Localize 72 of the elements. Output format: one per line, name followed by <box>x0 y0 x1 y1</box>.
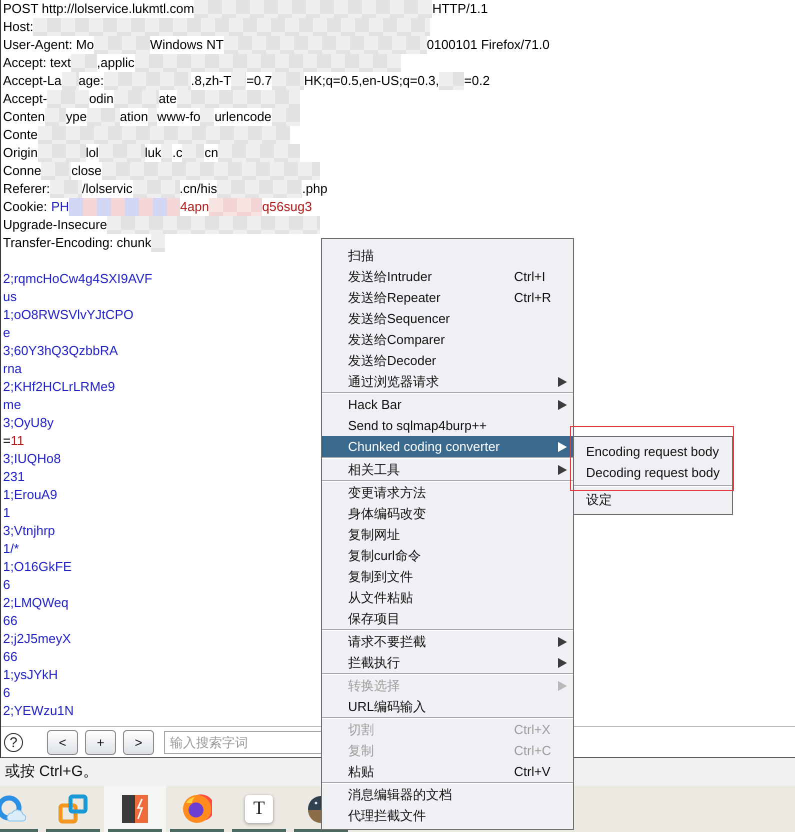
body-text: us <box>3 288 17 306</box>
header-text: .c <box>172 144 182 162</box>
header-text: 4apn <box>180 198 210 216</box>
header-text: luk <box>144 144 162 162</box>
body-text: 66 <box>3 648 18 666</box>
body-text: 3;60Y3hQ3QzbbRA <box>3 342 118 360</box>
body-text: rna <box>3 360 22 378</box>
body-text: 2;YEWzu1N <box>3 702 74 720</box>
header-text: Accept: text <box>3 54 71 72</box>
header-text: POST http://lolservice.lukmtl.com <box>3 0 194 18</box>
header-text: /lolservic <box>82 180 133 198</box>
header-text: Accept- <box>3 90 48 108</box>
body-text: 1/* <box>3 540 19 558</box>
header-text: age: <box>78 72 104 90</box>
header-text: PH <box>51 198 70 216</box>
body-text: e <box>3 324 10 342</box>
header-text: Conten <box>3 108 45 126</box>
header-text: Conte <box>3 126 38 144</box>
body-text: 2;rqmcHoCw4g4SXI9AVF <box>3 270 152 288</box>
body-text: =11 <box>3 432 24 450</box>
header-text: Cookie: <box>3 198 48 216</box>
shortcut-text: Ctrl+V <box>514 764 550 779</box>
header-text: 0100101 Firefox/71.0 <box>426 36 550 54</box>
header-text: ,applic <box>96 54 134 72</box>
header-text: Origin <box>3 144 38 162</box>
header-text: HTTP/1.1 <box>432 0 488 18</box>
header-text: cn <box>204 144 218 162</box>
header-text: close <box>71 162 102 180</box>
body-text: 3;OyU8y <box>3 414 54 432</box>
body-text: 6 <box>3 684 10 702</box>
header-text: .php <box>302 180 328 198</box>
letter-tile: T <box>245 795 273 823</box>
header-text: www-fo <box>157 108 200 126</box>
body-text: 3;IUQHo8 <box>3 450 61 468</box>
header-text: Host: <box>3 18 34 36</box>
body-text: 3;Vtnjhrp <box>3 522 56 540</box>
body-text: 1;O16GkFE <box>3 558 72 576</box>
body-text: me <box>3 396 22 414</box>
body-text: 6 <box>3 576 10 594</box>
header-text: =0.7 <box>246 72 272 90</box>
body-text: 2;KHf2HCLrLRMe9 <box>3 378 115 396</box>
body-text: 231 <box>3 468 25 486</box>
header-text: q56sug3 <box>262 198 312 216</box>
header-text: =0.2 <box>464 72 490 90</box>
body-text: 2;LMQWeq <box>3 594 69 612</box>
header-text: Accept-La <box>3 72 62 90</box>
header-text: Windows NT <box>150 36 224 54</box>
shortcut-text: Ctrl+I <box>514 268 546 284</box>
header-text: .cn/his <box>180 180 218 198</box>
body-text: 66 <box>3 612 18 630</box>
header-text: .8,zh-T <box>190 72 232 90</box>
header-text: ation <box>120 108 148 126</box>
header-text: urlencode <box>214 108 272 126</box>
header-text: ype <box>66 108 87 126</box>
header-text: Conne <box>3 162 42 180</box>
header-text: Upgrade-Insecure <box>3 216 108 234</box>
header-text: Referer: <box>3 180 50 198</box>
shortcut-text: Ctrl+X <box>514 722 550 737</box>
body-text: 1;ErouA9 <box>3 486 58 504</box>
body-text: 2;j2J5meyX <box>3 630 71 648</box>
body-text: 1;oO8RWSVlvYJtCPO <box>3 306 134 324</box>
header-text: Transfer-Encoding: chunk <box>3 234 152 252</box>
header-text: User-Agent: Mo <box>3 36 94 54</box>
hint-text: 或按 Ctrl+G。 <box>5 763 98 780</box>
shortcut-text: Ctrl+C <box>514 742 552 758</box>
header-text: lol <box>86 144 99 162</box>
body-text: 1 <box>3 504 10 522</box>
shortcut-text: Ctrl+R <box>514 290 552 305</box>
header-text: odin <box>89 90 114 108</box>
body-text: 1;ysJYkH <box>3 666 58 684</box>
header-text: HK;q=0.5,en-US;q=0.3, <box>304 72 440 90</box>
header-text: ate <box>158 90 177 108</box>
